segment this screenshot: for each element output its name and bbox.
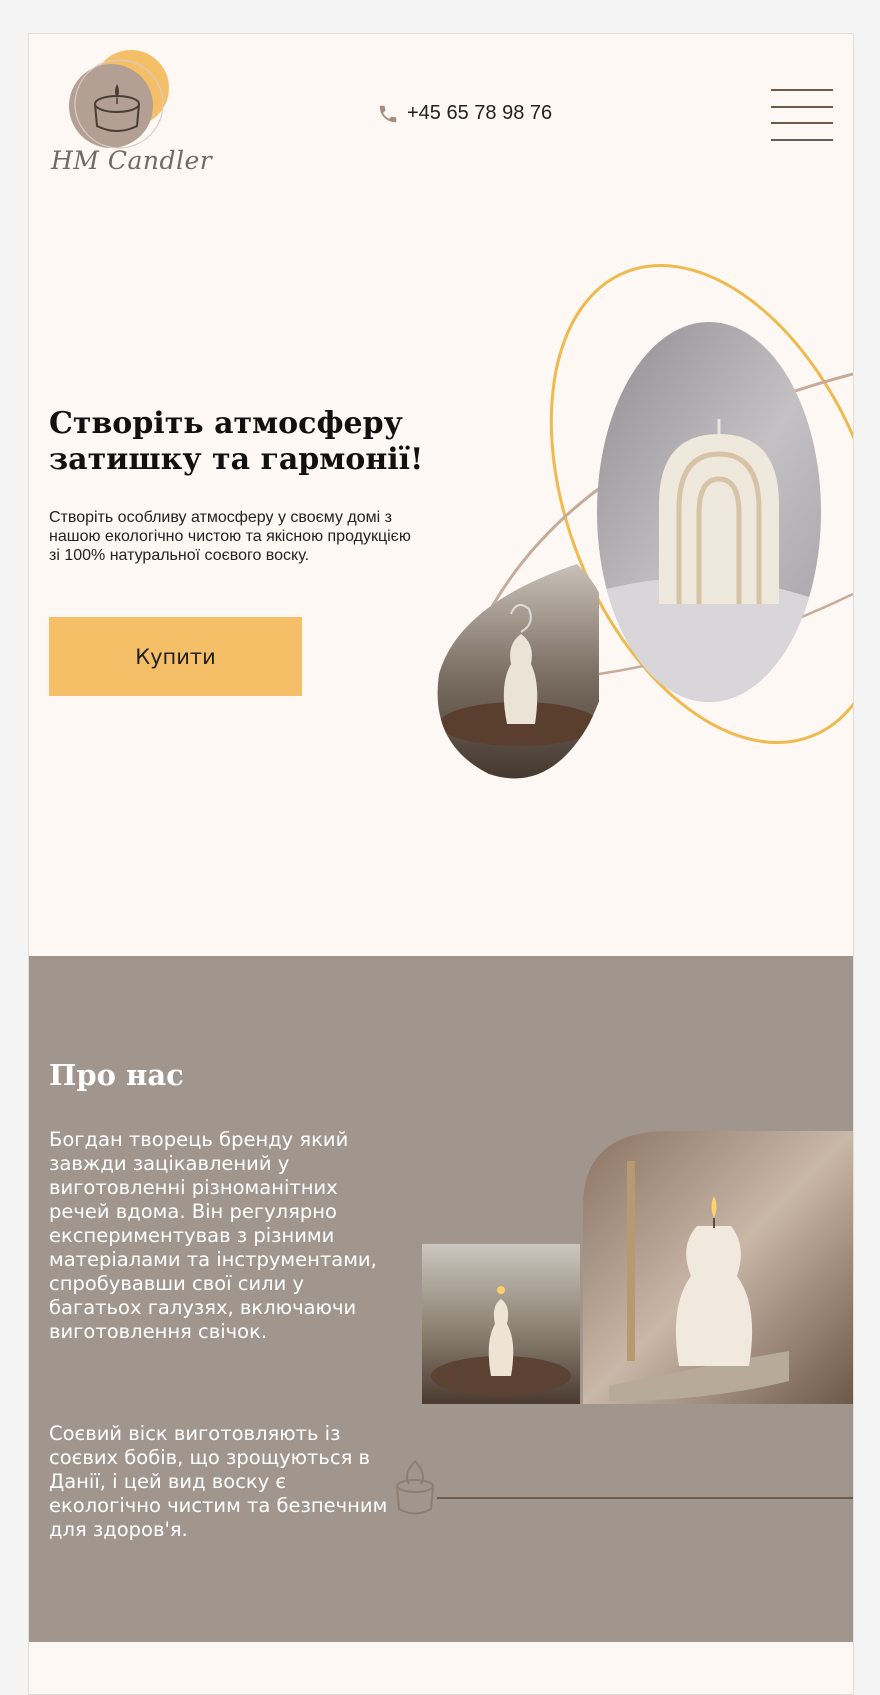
hero-description: Створіть особливу атмосферу у своєму дом…: [49, 509, 411, 564]
candle-outline-icon: [396, 1460, 434, 1515]
menu-line: [771, 138, 833, 141]
brand-name: HM Candler: [51, 146, 213, 175]
menu-line: [771, 89, 833, 91]
phone-icon: [379, 105, 397, 122]
about-title: Про нас: [49, 1058, 184, 1092]
arch-candle-photo: [597, 322, 821, 702]
small-candle-photo: [422, 1244, 580, 1404]
phone-number: +45 65 78 98 76: [407, 102, 553, 124]
next-section-start: [29, 1642, 853, 1694]
menu-icon[interactable]: [771, 89, 833, 141]
menu-line: [771, 105, 833, 108]
about-paragraph-1: Богдан творець бренду який завжди заціка…: [49, 1128, 377, 1343]
phone-contact[interactable]: +45 65 78 98 76: [377, 102, 552, 125]
buy-button[interactable]: Купити: [49, 617, 302, 696]
page: HM Candler +45 65 78 98 76 Створіть атмо…: [28, 33, 854, 1695]
torso-candle-photo: [437, 564, 599, 779]
hero-title: Створіть атмосферу затишку та гармонії!: [49, 406, 424, 477]
menu-line: [771, 122, 833, 125]
about-paragraph-2: Соєвий віск виготовляють із соєвих бобів…: [49, 1422, 388, 1541]
arch-torso-candle-photo: [583, 1131, 853, 1404]
about-section: Про нас Богдан творець бренду який завжд…: [29, 956, 853, 1642]
